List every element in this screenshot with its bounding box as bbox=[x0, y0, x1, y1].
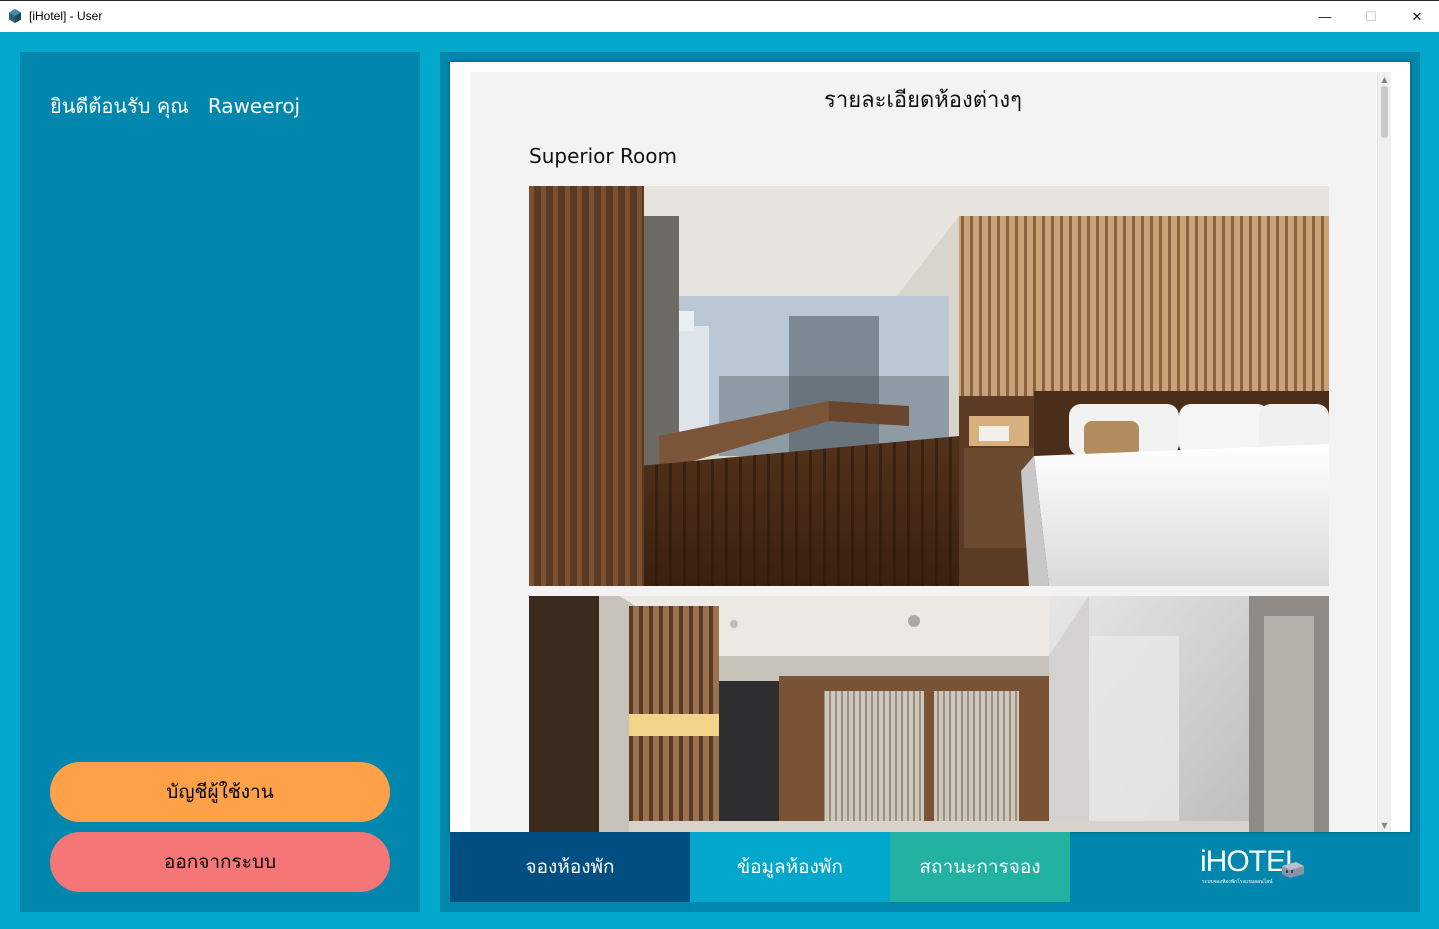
scroll-down-arrow-icon[interactable]: ▼ bbox=[1378, 818, 1391, 832]
page-title: รายละเอียดห้องต่างๆ bbox=[824, 88, 1022, 113]
room-details-frame: รายละเอียดห้องต่างๆ Superior Room ▲ ▼ bbox=[450, 62, 1410, 832]
main-panel: รายละเอียดห้องต่างๆ Superior Room ▲ ▼ จอ… bbox=[440, 52, 1420, 912]
logo-subtitle: ระบบจองห้องพักโรงแรมออนไลน์ bbox=[1202, 879, 1273, 885]
nav-booking-status-button[interactable]: สถานะการจอง bbox=[890, 832, 1070, 902]
maximize-button[interactable]: ☐ bbox=[1348, 1, 1394, 32]
app-icon bbox=[9, 9, 21, 23]
room-details-scroll-area[interactable]: รายละเอียดห้องต่างๆ Superior Room bbox=[470, 72, 1376, 832]
room-photo-2 bbox=[529, 596, 1329, 832]
scroll-up-arrow-icon[interactable]: ▲ bbox=[1378, 72, 1391, 86]
close-button[interactable]: ✕ bbox=[1394, 1, 1439, 32]
room-photo-1 bbox=[529, 186, 1329, 586]
scroll-thumb[interactable] bbox=[1381, 86, 1388, 138]
logout-button[interactable]: ออกจากระบบ bbox=[50, 832, 390, 892]
welcome-text: ยินดีต้อนรับ คุณ Raweeroj bbox=[50, 94, 301, 118]
window-title: [iHotel] - User bbox=[29, 9, 103, 23]
sidebar: ยินดีต้อนรับ คุณ Raweeroj บัญชีผู้ใช้งาน… bbox=[20, 52, 420, 912]
title-bar: [iHotel] - User — ☐ ✕ bbox=[0, 0, 1439, 32]
nav-book-room-button[interactable]: จองห้องพัก bbox=[450, 832, 690, 902]
nav-room-info-button[interactable]: ข้อมูลห้องพัก bbox=[690, 832, 890, 902]
room-type-title: Superior Room bbox=[529, 144, 677, 168]
minimize-button[interactable]: — bbox=[1302, 1, 1348, 32]
ihotel-logo: iHOTEL ระบบจองห้องพักโรงแรมออนไลน์ bbox=[1200, 844, 1310, 890]
vertical-scrollbar[interactable]: ▲ ▼ bbox=[1377, 72, 1391, 832]
building-icon bbox=[1282, 862, 1304, 878]
user-account-button[interactable]: บัญชีผู้ใช้งาน bbox=[50, 762, 390, 822]
